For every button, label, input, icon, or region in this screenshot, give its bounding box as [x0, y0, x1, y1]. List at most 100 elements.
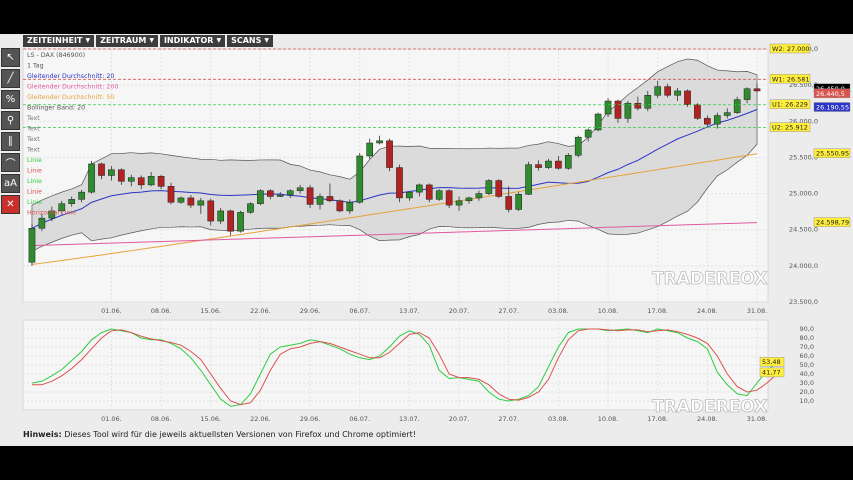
price-badge-label: 25.550,95	[816, 150, 849, 158]
candle	[306, 187, 314, 205]
candle	[316, 196, 324, 205]
candle	[88, 163, 95, 193]
app-window: ZEITEINHEIT ▼ ZEITRAUM ▼ INDIKATOR ▼ SCANS ▼ ↖ ╱…	[0, 34, 853, 446]
x-tick-label: 27.07.	[498, 307, 519, 315]
hint-label: Hinweis:	[23, 430, 62, 439]
candle	[217, 210, 225, 222]
x-tick-label: 10.08.	[598, 307, 619, 315]
legend-item: Gleitender Durchschnitt: 50	[27, 94, 114, 101]
candle	[545, 160, 552, 168]
candle	[276, 194, 284, 197]
candle	[68, 199, 76, 204]
candle	[713, 115, 721, 125]
hint-text: Dieses Tool wird für die jeweils aktuell…	[61, 430, 416, 439]
x-tick-label: 29.06.	[300, 415, 321, 423]
legend-item: 1 Tag	[27, 63, 44, 70]
y-tick-label: 23.500,0	[789, 298, 818, 306]
candle	[644, 95, 652, 109]
legend-item: Text	[26, 147, 40, 154]
candle	[147, 175, 155, 186]
price-badge-label: 26.190,55	[816, 104, 849, 112]
x-tick-label: 20.07.	[449, 415, 470, 423]
candle	[574, 136, 582, 156]
hint-bar: Hinweis: Dieses Tool wird für die jeweil…	[23, 430, 416, 439]
candle	[167, 186, 175, 203]
y-tick-label: 25.500,0	[789, 153, 818, 161]
legend-item: Gleitender Durchschnitt: 20	[27, 73, 114, 80]
x-tick-label: 29.06.	[300, 307, 321, 315]
y-tick-label: 24.000,0	[789, 262, 818, 270]
legend-item: Linie	[27, 157, 42, 164]
stochastic-badge-label: 53,48	[762, 358, 781, 366]
candle	[346, 201, 354, 212]
x-tick-label: 22.06.	[250, 415, 271, 423]
legend-item: Bollinger Band: 20	[27, 105, 85, 112]
stochastic-badge-label: 41,77	[762, 369, 781, 377]
candle	[366, 142, 373, 157]
candle	[127, 177, 135, 182]
candle	[694, 104, 701, 119]
candle	[704, 118, 711, 125]
level-label: U1: 26.229	[772, 101, 808, 109]
legend-item: Text	[26, 115, 40, 122]
candle	[733, 99, 741, 113]
candle	[455, 200, 463, 206]
candle	[465, 197, 473, 202]
y-tick-label: 10,0	[800, 397, 814, 405]
candle	[614, 100, 622, 119]
legend-item: Text	[26, 136, 40, 143]
x-tick-label: 08.06.	[151, 415, 172, 423]
legend-item: Text	[26, 126, 40, 133]
candle	[555, 160, 562, 169]
candle	[257, 190, 264, 204]
candle	[38, 217, 46, 229]
y-tick-label: 80,0	[800, 334, 814, 342]
legend-item: Linie	[27, 168, 42, 175]
candle	[604, 100, 612, 115]
legend-item: Linie	[27, 178, 42, 185]
x-tick-label: 01.06.	[101, 415, 122, 423]
x-tick-label: 13.07.	[399, 307, 420, 315]
y-tick-label: 70,0	[800, 343, 814, 351]
price-badge-label: 26.440,5	[816, 90, 845, 98]
candle	[197, 200, 205, 206]
x-tick-label: 27.07.	[498, 415, 519, 423]
x-tick-label: 03.08.	[548, 307, 569, 315]
y-tick-label: 30,0	[800, 379, 814, 387]
candle	[564, 155, 572, 169]
chart-area[interactable]: 27.000,026.500,026.000,025.500,025.000,0…	[0, 34, 853, 446]
x-tick-label: 24.08.	[697, 307, 718, 315]
candle	[525, 164, 532, 195]
legend-item: LS - DAX (846900)	[27, 52, 85, 59]
y-tick-label: 24.500,0	[789, 226, 818, 234]
x-tick-label: 15.06.	[200, 415, 221, 423]
candle	[495, 180, 503, 197]
candle	[396, 167, 403, 199]
candle	[137, 177, 145, 186]
candle	[634, 102, 642, 109]
candle	[654, 86, 662, 96]
candle	[108, 169, 115, 176]
candle	[28, 228, 36, 263]
candle	[584, 129, 592, 138]
candle	[326, 196, 334, 202]
x-tick-label: 15.06.	[200, 307, 221, 315]
candle	[416, 184, 423, 193]
x-tick-label: 20.07.	[449, 307, 470, 315]
legend-item: Linie	[27, 189, 42, 196]
candle	[723, 112, 731, 116]
candle	[485, 180, 493, 194]
candle	[187, 197, 195, 206]
legend-item: Linie	[27, 199, 42, 206]
y-tick-label: 40,0	[800, 370, 814, 378]
y-tick-label: 20,0	[800, 388, 814, 396]
y-tick-label: 60,0	[800, 352, 814, 360]
x-tick-label: 17.08.	[647, 307, 668, 315]
candle	[435, 190, 443, 200]
candle	[336, 200, 344, 212]
watermark: TRADEREOX	[652, 269, 767, 289]
y-tick-label: 90,0	[800, 325, 814, 333]
candle	[296, 187, 304, 191]
x-tick-label: 03.08.	[548, 415, 569, 423]
level-label: U2: 25.912	[772, 124, 808, 132]
